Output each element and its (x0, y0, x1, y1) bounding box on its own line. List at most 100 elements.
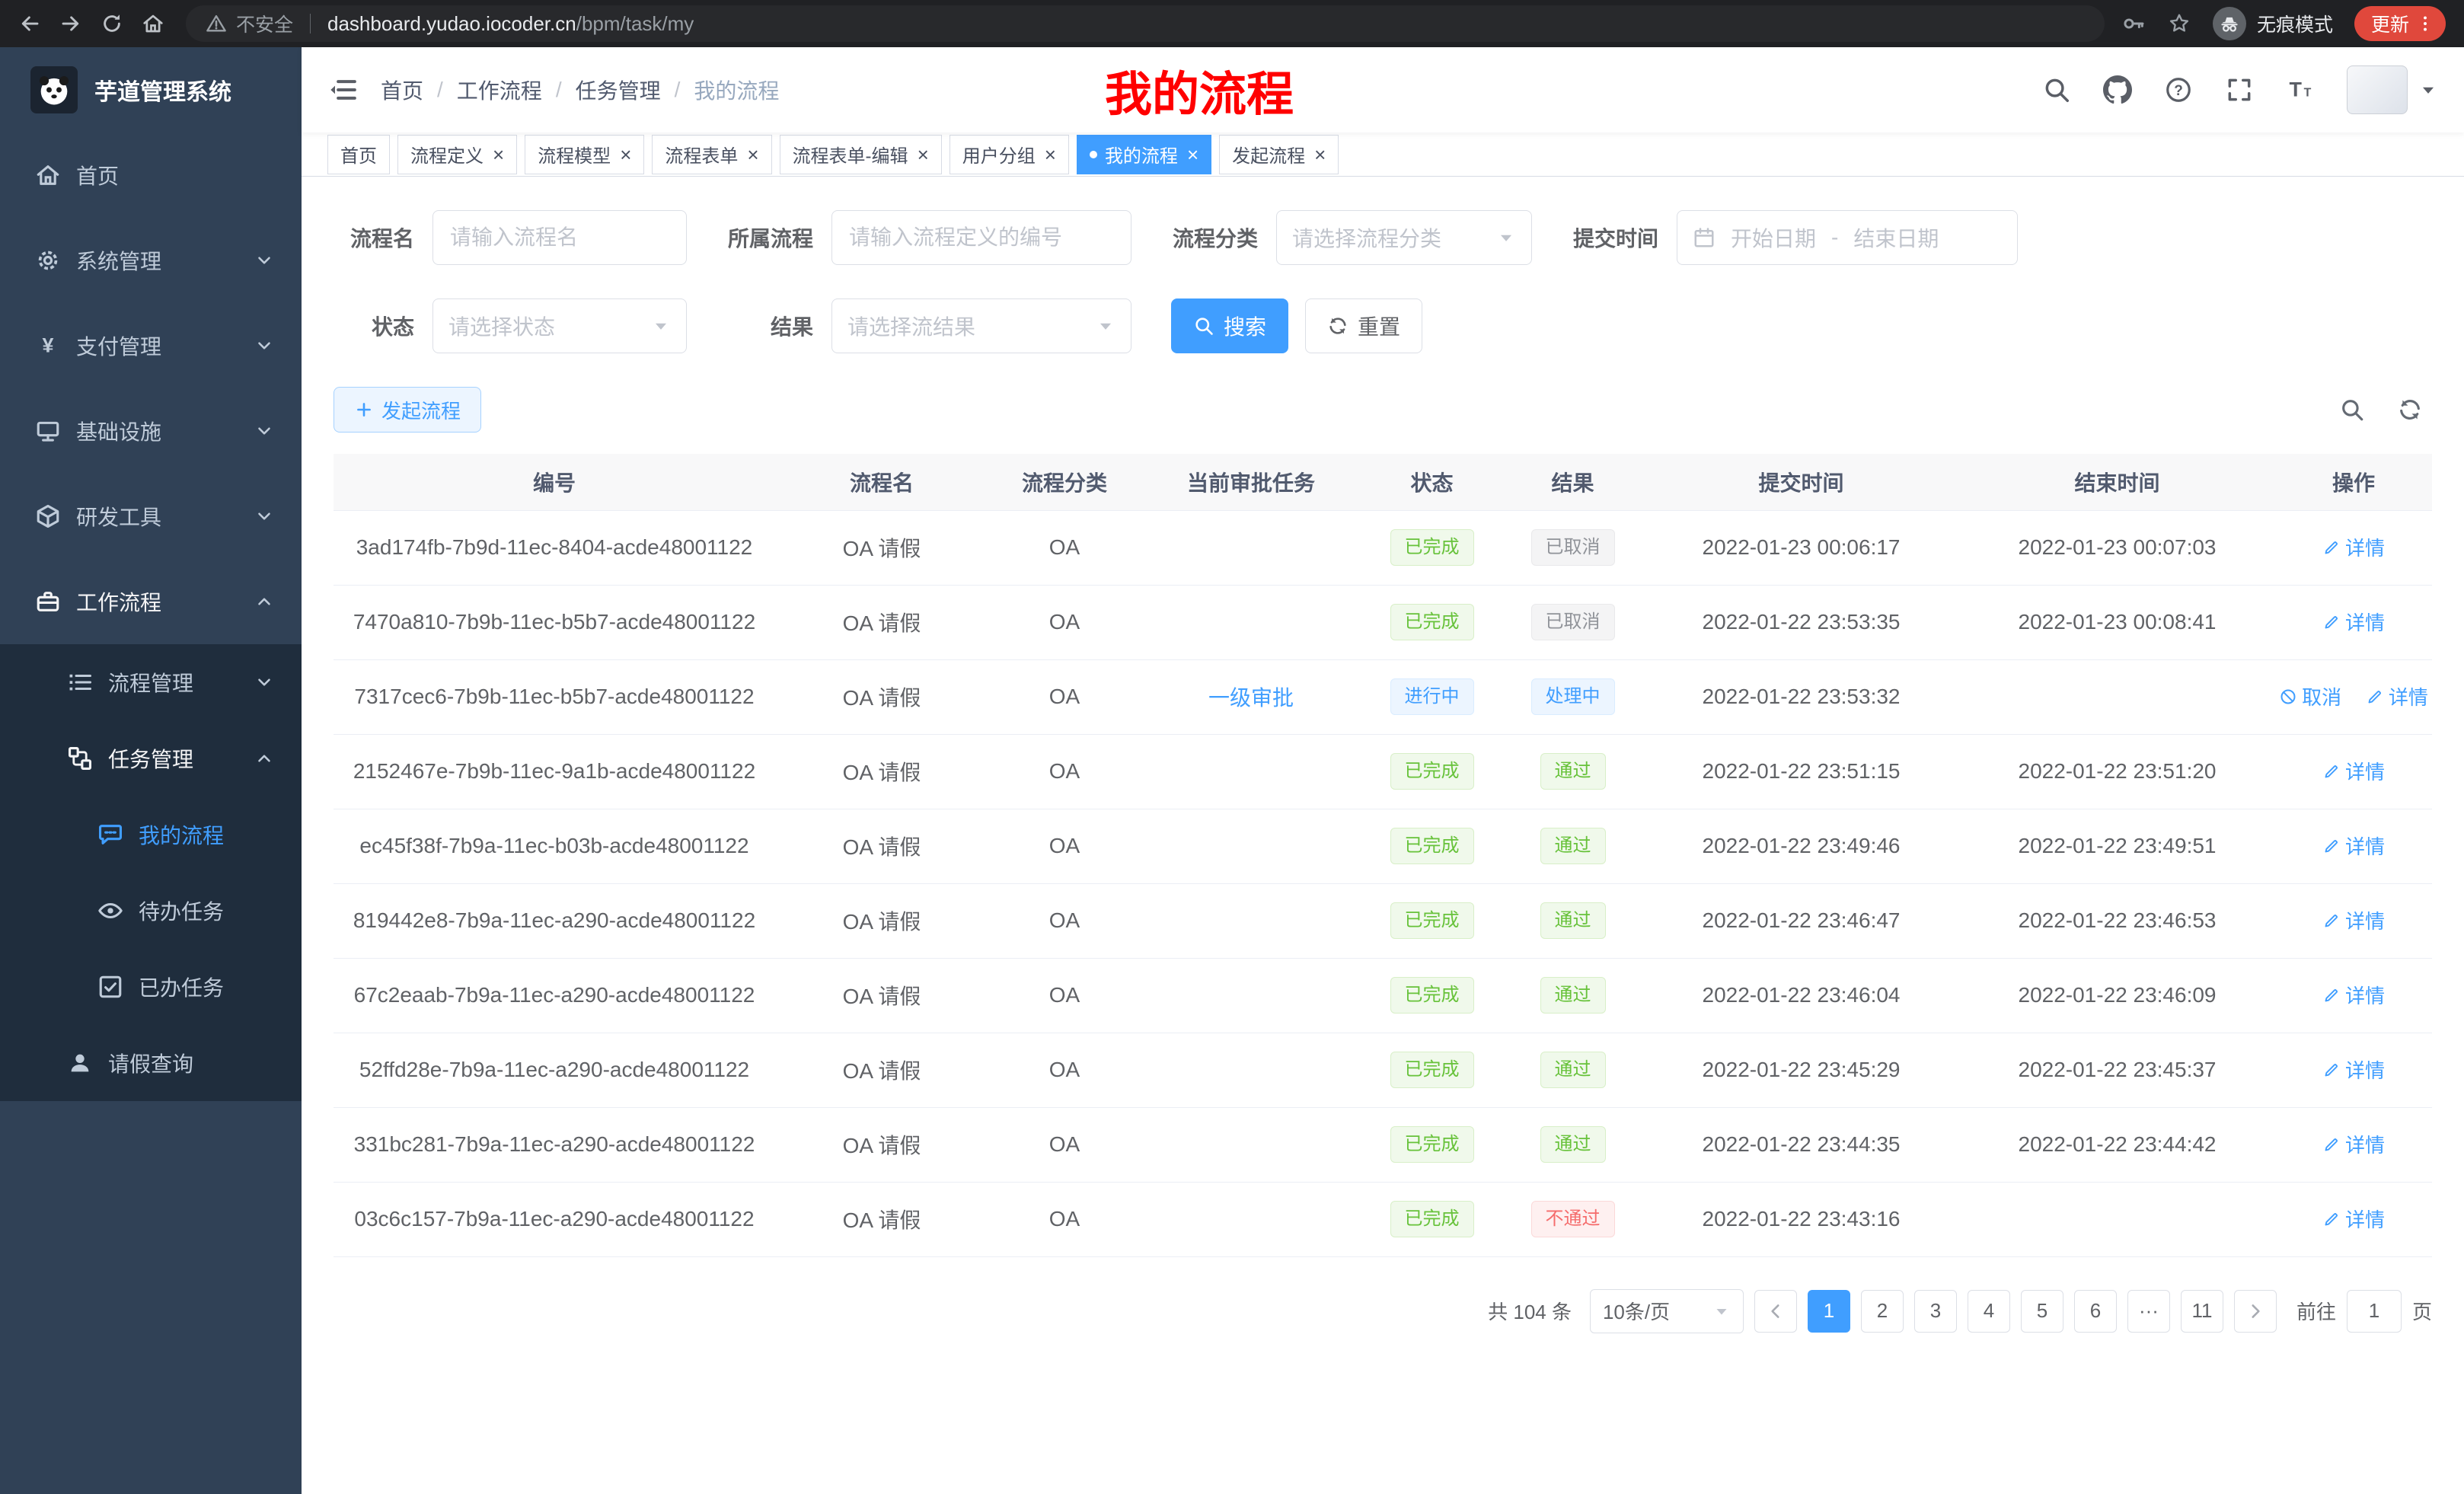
page-size-value: 10条/页 (1603, 1297, 1670, 1325)
breadcrumb-item[interactable]: 工作流程 (457, 75, 542, 105)
help-icon[interactable]: ? (2164, 75, 2193, 104)
process-definition-input[interactable] (831, 210, 1131, 265)
sidebar-item-devtools[interactable]: 研发工具 (0, 474, 302, 559)
status-select[interactable]: 请选择状态 (432, 298, 687, 353)
page-button-11[interactable]: 11 (2181, 1290, 2223, 1333)
detail-link[interactable]: 详情 (2322, 981, 2385, 1009)
tab-process-definition[interactable]: 流程定义 × (397, 135, 517, 174)
sidebar-item-infrastructure[interactable]: 基础设施 (0, 388, 302, 474)
process-name-input[interactable] (432, 210, 687, 265)
chrome-update-button[interactable]: 更新 (2354, 6, 2446, 41)
cell-category: OA (988, 734, 1141, 809)
page-ellipsis[interactable]: ··· (2127, 1290, 2170, 1333)
cell-status: 已完成 (1361, 585, 1502, 659)
detail-link[interactable]: 详情 (2322, 832, 2385, 860)
reset-button-label: 重置 (1358, 311, 1400, 341)
breadcrumb-item: 我的流程 (694, 75, 779, 105)
result-badge: 处理中 (1531, 678, 1615, 715)
bookmark-star-icon[interactable] (2167, 11, 2191, 36)
font-size-icon[interactable]: TT (2286, 75, 2315, 104)
page-button-3[interactable]: 3 (1914, 1290, 1957, 1333)
browser-forward-button[interactable] (52, 5, 90, 43)
detail-link[interactable]: 详情 (2366, 682, 2428, 710)
detail-link[interactable]: 详情 (2322, 608, 2385, 636)
detail-link[interactable]: 详情 (2322, 757, 2385, 785)
page-size-select[interactable]: 10条/页 (1590, 1289, 1744, 1333)
next-page-button[interactable] (2234, 1290, 2277, 1333)
end-date-placeholder: 结束日期 (1853, 222, 1939, 253)
page-button-4[interactable]: 4 (1968, 1290, 2010, 1333)
sidebar-item-task-mgmt[interactable]: 任务管理 (0, 720, 302, 796)
cell-process-name: OA 请假 (775, 659, 988, 734)
yen-icon: ¥ (35, 333, 61, 359)
refresh-table-icon[interactable] (2397, 397, 2423, 423)
current-task-link[interactable]: 一级审批 (1208, 686, 1294, 710)
github-icon[interactable] (2103, 75, 2132, 104)
sidebar-item-done-task[interactable]: 已办任务 (0, 949, 302, 1025)
tab-user-group[interactable]: 用户分组 × (950, 135, 1069, 174)
flow-icon (67, 745, 93, 771)
sidebar-item-process-mgmt[interactable]: 流程管理 (0, 644, 302, 720)
tab-label: 发起流程 (1232, 141, 1305, 168)
sidebar-item-label: 我的流程 (139, 819, 224, 850)
fullscreen-icon[interactable] (2225, 75, 2254, 104)
browser-back-button[interactable] (11, 5, 49, 43)
user-avatar-menu[interactable] (2347, 65, 2438, 114)
address-bar[interactable]: 不安全 dashboard.yudao.iocoder.cn/bpm/task/… (186, 5, 2105, 42)
goto-page-input[interactable] (2347, 1290, 2402, 1333)
page-button-6[interactable]: 6 (2074, 1290, 2117, 1333)
tab-process-form[interactable]: 流程表单 × (652, 135, 771, 174)
tab-home[interactable]: 首页 (327, 135, 390, 174)
start-process-button[interactable]: 发起流程 (334, 387, 481, 433)
cell-current-task (1141, 1033, 1361, 1107)
sidebar-item-payment[interactable]: ¥ 支付管理 (0, 303, 302, 388)
sidebar-item-home[interactable]: 首页 (0, 132, 302, 218)
page-button-5[interactable]: 5 (2021, 1290, 2063, 1333)
sidebar-item-leave-query[interactable]: 请假查询 (0, 1025, 302, 1101)
page-button-2[interactable]: 2 (1861, 1290, 1904, 1333)
tab-process-form-edit[interactable]: 流程表单-编辑 × (780, 135, 942, 174)
close-icon[interactable]: × (493, 145, 504, 164)
search-button[interactable]: 搜索 (1171, 298, 1288, 353)
caret-down-icon (1712, 1302, 1731, 1320)
cancel-link[interactable]: 取消 (2279, 682, 2341, 710)
detail-link[interactable]: 详情 (2322, 1055, 2385, 1084)
cell-actions: 详情 (2275, 883, 2432, 958)
detail-link[interactable]: 详情 (2322, 1130, 2385, 1158)
cell-submit-time: 2022-01-22 23:46:47 (1643, 883, 1959, 958)
cell-status: 已完成 (1361, 734, 1502, 809)
browser-home-button[interactable] (134, 5, 172, 43)
browser-reload-button[interactable] (93, 5, 131, 43)
submit-time-range-picker[interactable]: 开始日期 - 结束日期 (1677, 210, 2018, 265)
cell-end-time: 2022-01-22 23:44:42 (1959, 1107, 2275, 1182)
breadcrumb-item[interactable]: 首页 (381, 75, 423, 105)
close-icon[interactable]: × (620, 145, 631, 164)
key-icon[interactable] (2121, 11, 2146, 36)
breadcrumb-item[interactable]: 任务管理 (576, 75, 661, 105)
detail-link[interactable]: 详情 (2322, 906, 2385, 934)
sidebar-item-todo-task[interactable]: 待办任务 (0, 873, 302, 949)
tab-my-process[interactable]: 我的流程 × (1077, 135, 1211, 174)
sidebar-item-my-process[interactable]: 我的流程 (0, 796, 302, 873)
close-icon[interactable]: × (1314, 145, 1326, 164)
prev-page-button[interactable] (1754, 1290, 1797, 1333)
status-badge: 进行中 (1390, 678, 1474, 715)
category-select[interactable]: 请选择流程分类 (1276, 210, 1532, 265)
detail-link[interactable]: 详情 (2322, 1205, 2385, 1233)
tab-start-process[interactable]: 发起流程 × (1219, 135, 1339, 174)
close-icon[interactable]: × (918, 145, 929, 164)
toggle-search-icon[interactable] (2339, 397, 2365, 423)
detail-link[interactable]: 详情 (2322, 533, 2385, 561)
close-icon[interactable]: × (1045, 145, 1056, 164)
sidebar-item-workflow[interactable]: 工作流程 (0, 559, 302, 644)
header-search-icon[interactable] (2042, 75, 2071, 104)
close-icon[interactable]: × (747, 145, 758, 164)
page-button-1[interactable]: 1 (1808, 1290, 1850, 1333)
reset-button[interactable]: 重置 (1305, 298, 1422, 353)
hamburger-icon[interactable] (327, 75, 358, 105)
result-select[interactable]: 请选择流结果 (831, 298, 1131, 353)
close-icon[interactable]: × (1187, 145, 1198, 164)
sidebar-item-system[interactable]: 系统管理 (0, 218, 302, 303)
tab-process-model[interactable]: 流程模型 × (525, 135, 644, 174)
cell-actions: 详情 (2275, 585, 2432, 659)
